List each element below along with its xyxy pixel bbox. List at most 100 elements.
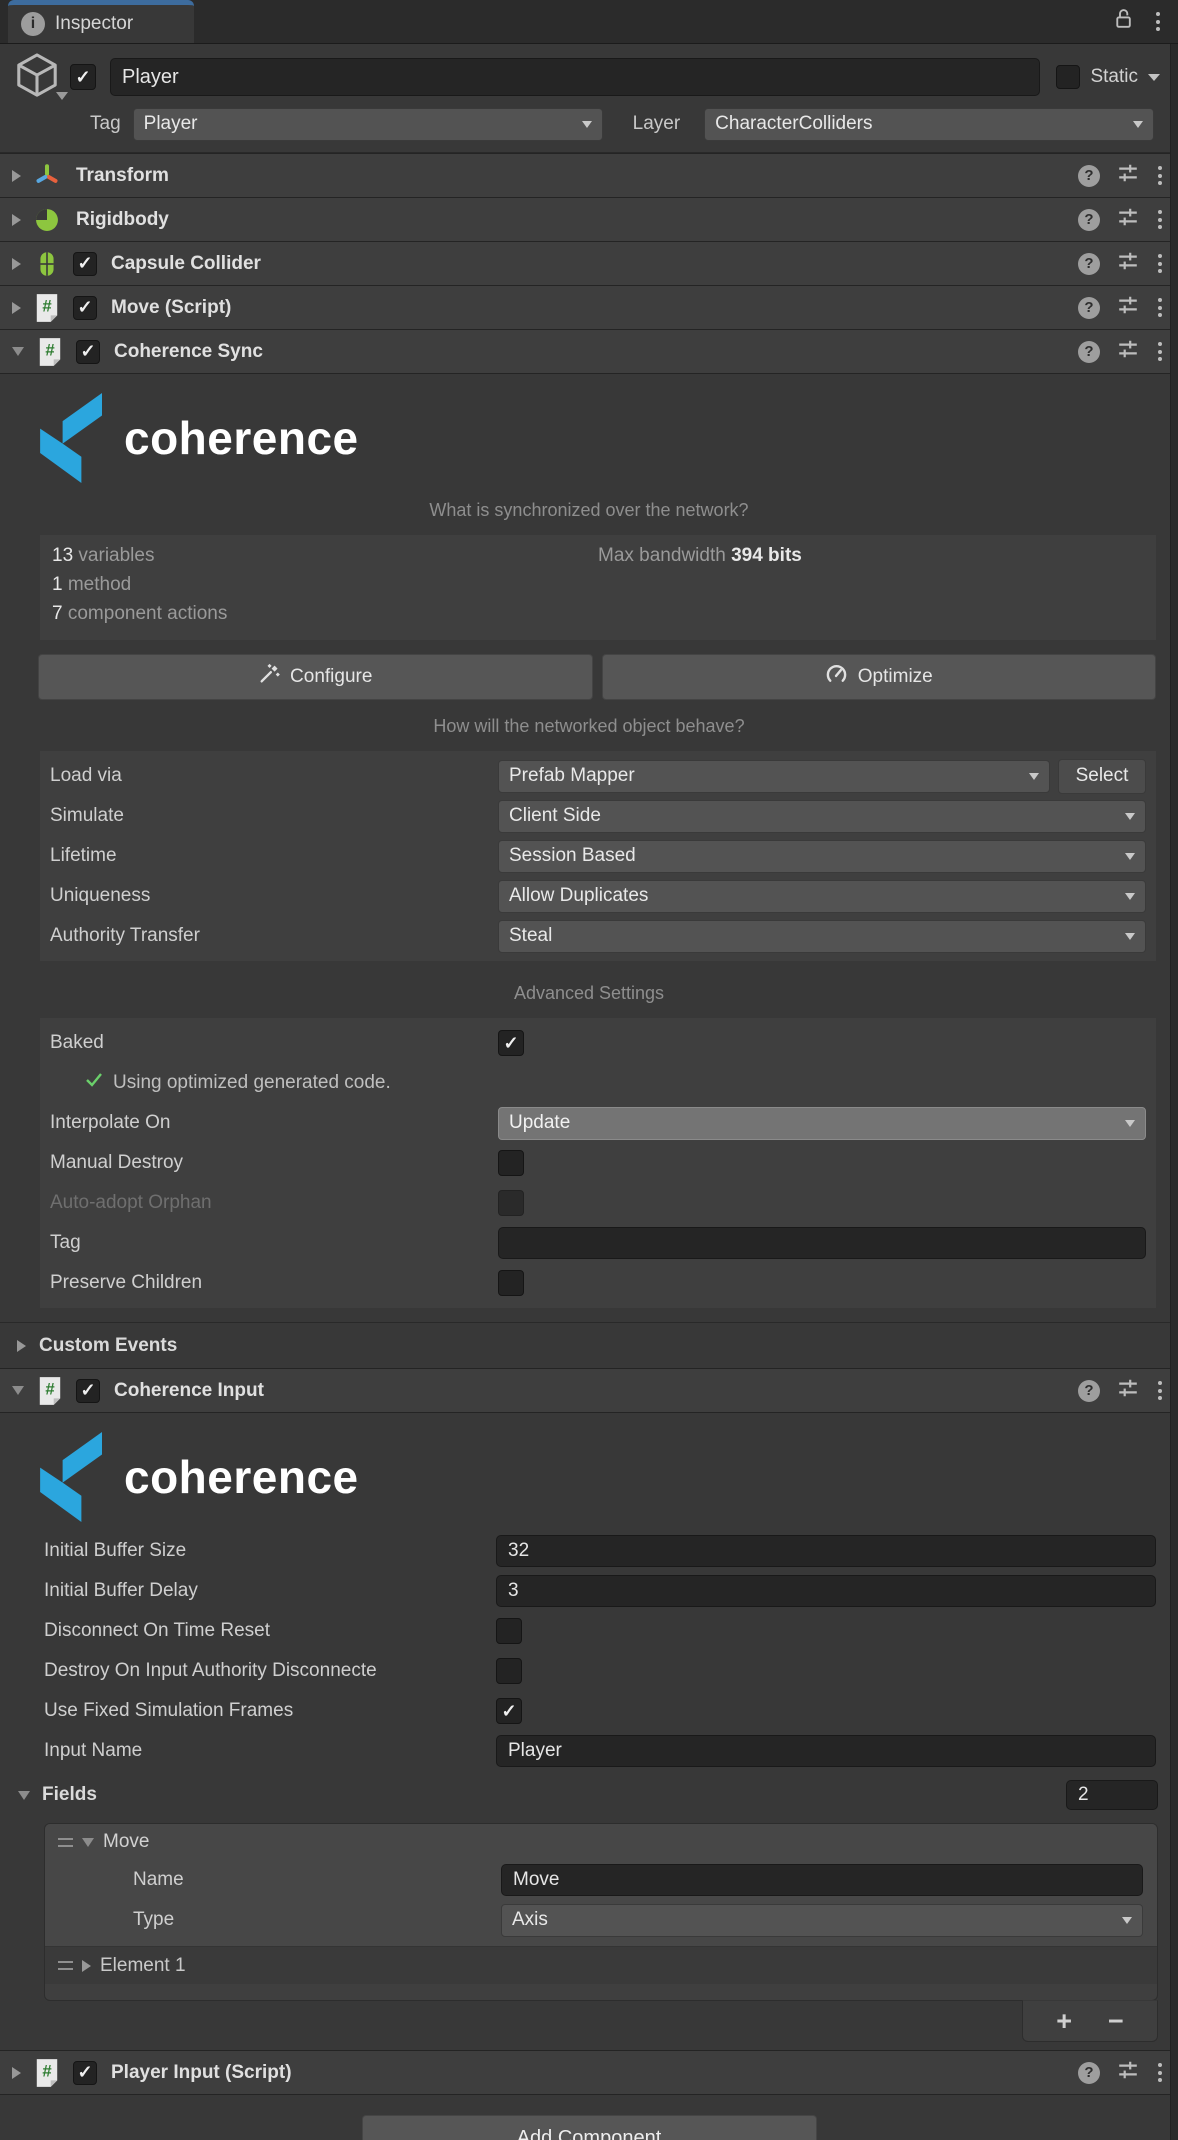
csharp-script-icon: # xyxy=(32,293,62,323)
help-icon[interactable] xyxy=(1078,297,1100,319)
kebab-menu-icon[interactable] xyxy=(1156,1379,1164,1402)
component-header-player-input[interactable]: # Player Input (Script) xyxy=(0,2050,1178,2094)
foldout-arrow-icon[interactable] xyxy=(12,1386,24,1395)
kebab-menu-icon[interactable] xyxy=(1156,252,1164,275)
preserve-children-checkbox[interactable] xyxy=(498,1270,524,1296)
foldout-arrow-icon[interactable] xyxy=(82,1960,91,1972)
select-button[interactable]: Select xyxy=(1058,759,1146,794)
name-input[interactable] xyxy=(110,58,1040,96)
buffer-size-input[interactable] xyxy=(496,1535,1156,1567)
kebab-menu-icon[interactable] xyxy=(1156,164,1164,187)
help-icon[interactable] xyxy=(1078,341,1100,363)
static-checkbox[interactable] xyxy=(1056,65,1080,89)
list-element-1[interactable]: Element 1 xyxy=(45,1946,1157,1984)
component-header-transform[interactable]: Transform xyxy=(0,153,1178,197)
coherence-wordmark: coherence xyxy=(124,1450,359,1504)
component-header-coherence-input[interactable]: # Coherence Input xyxy=(0,1368,1178,1412)
foldout-arrow-icon[interactable] xyxy=(12,302,21,314)
layer-dropdown[interactable]: CharacterColliders xyxy=(704,108,1154,141)
static-caret-icon[interactable] xyxy=(1148,74,1160,81)
help-icon[interactable] xyxy=(1078,2062,1100,2084)
component-header-capsule-collider[interactable]: Capsule Collider xyxy=(0,241,1178,285)
presets-icon[interactable] xyxy=(1117,162,1139,190)
foldout-arrow-icon[interactable] xyxy=(12,258,21,270)
remove-element-button[interactable]: − xyxy=(1108,2011,1124,2031)
presets-icon[interactable] xyxy=(1117,338,1139,366)
add-element-button[interactable]: + xyxy=(1056,2011,1072,2031)
presets-icon[interactable] xyxy=(1117,294,1139,322)
tag-dropdown[interactable]: Player xyxy=(133,108,603,141)
drag-handle-icon[interactable] xyxy=(58,1838,73,1847)
sync-stats-panel: 13 variables 1 method 7 component action… xyxy=(40,535,1156,640)
foldout-arrow-icon[interactable] xyxy=(12,2067,21,2079)
kebab-menu-icon[interactable] xyxy=(1156,2061,1164,2084)
sync-tag-input[interactable] xyxy=(498,1227,1146,1259)
gameobject-icon[interactable] xyxy=(14,52,70,102)
component-header-move-script[interactable]: # Move (Script) xyxy=(0,285,1178,329)
kebab-menu-icon[interactable] xyxy=(1156,208,1164,231)
foldout-arrow-icon[interactable] xyxy=(12,214,21,226)
optimize-button[interactable]: Optimize xyxy=(602,654,1157,700)
presets-icon[interactable] xyxy=(1117,250,1139,278)
load-via-label: Load via xyxy=(50,765,498,787)
component-enabled-checkbox[interactable] xyxy=(73,2061,97,2085)
manual-destroy-label: Manual Destroy xyxy=(50,1152,498,1174)
kebab-menu-icon[interactable] xyxy=(1156,296,1164,319)
help-icon[interactable] xyxy=(1078,253,1100,275)
coherence-logo-mark xyxy=(40,1432,104,1522)
custom-events-foldout[interactable]: Custom Events xyxy=(0,1322,1178,1368)
element-type-dropdown[interactable]: Axis xyxy=(501,1904,1143,1937)
advanced-settings-label: Advanced Settings xyxy=(0,983,1178,1004)
component-header-rigidbody[interactable]: Rigidbody xyxy=(0,197,1178,241)
transform-icon xyxy=(32,161,62,191)
presets-icon[interactable] xyxy=(1117,2059,1139,2087)
manual-destroy-checkbox[interactable] xyxy=(498,1150,524,1176)
foldout-arrow-icon[interactable] xyxy=(18,1791,30,1800)
drag-handle-icon[interactable] xyxy=(58,1961,73,1970)
foldout-arrow-icon[interactable] xyxy=(17,1340,26,1352)
gauge-icon xyxy=(825,663,848,692)
scrollbar[interactable] xyxy=(1170,44,1178,2140)
help-icon[interactable] xyxy=(1078,1380,1100,1402)
authority-transfer-dropdown[interactable]: Steal xyxy=(498,920,1146,953)
component-enabled-checkbox[interactable] xyxy=(76,1379,100,1403)
load-via-dropdown[interactable]: Prefab Mapper xyxy=(498,760,1050,793)
presets-icon[interactable] xyxy=(1117,1377,1139,1405)
kebab-menu-icon[interactable] xyxy=(1154,10,1162,33)
component-header-coherence-sync[interactable]: # Coherence Sync xyxy=(0,329,1178,373)
component-enabled-checkbox[interactable] xyxy=(76,340,100,364)
add-component-button[interactable]: Add Component xyxy=(362,2115,817,2140)
fields-list: Move Name Type Axis Element 1 xyxy=(44,1823,1158,2001)
element-name-input[interactable] xyxy=(501,1864,1143,1896)
component-title: Rigidbody xyxy=(76,209,169,231)
presets-icon[interactable] xyxy=(1117,206,1139,234)
fixed-frames-checkbox[interactable] xyxy=(496,1698,522,1724)
foldout-arrow-icon[interactable] xyxy=(82,1838,94,1847)
sync-question: What is synchronized over the network? xyxy=(0,500,1178,521)
tab-inspector[interactable]: Inspector xyxy=(8,0,194,43)
svg-text:#: # xyxy=(42,2061,52,2080)
kebab-menu-icon[interactable] xyxy=(1156,340,1164,363)
help-icon[interactable] xyxy=(1078,165,1100,187)
simulate-dropdown[interactable]: Client Side xyxy=(498,800,1146,833)
input-name-input[interactable] xyxy=(496,1735,1156,1767)
help-icon[interactable] xyxy=(1078,209,1100,231)
list-element-move[interactable]: Move Name Type Axis xyxy=(45,1824,1157,1946)
foldout-arrow-icon[interactable] xyxy=(12,347,24,356)
lifetime-dropdown[interactable]: Session Based xyxy=(498,840,1146,873)
baked-checkbox[interactable] xyxy=(498,1030,524,1056)
component-enabled-checkbox[interactable] xyxy=(73,252,97,276)
buffer-delay-input[interactable] xyxy=(496,1575,1156,1607)
interpolate-on-dropdown[interactable]: Update xyxy=(498,1107,1146,1140)
destroy-on-disconnect-checkbox[interactable] xyxy=(496,1658,522,1684)
component-enabled-checkbox[interactable] xyxy=(73,296,97,320)
lock-icon[interactable] xyxy=(1111,7,1134,36)
custom-events-label: Custom Events xyxy=(39,1335,177,1357)
fields-count-input[interactable] xyxy=(1066,1780,1158,1810)
active-checkbox[interactable] xyxy=(70,64,96,90)
foldout-arrow-icon[interactable] xyxy=(12,170,21,182)
coherence-logo: coherence xyxy=(0,1413,1178,1523)
disconnect-checkbox[interactable] xyxy=(496,1618,522,1644)
configure-button[interactable]: Configure xyxy=(38,654,593,700)
uniqueness-dropdown[interactable]: Allow Duplicates xyxy=(498,880,1146,913)
